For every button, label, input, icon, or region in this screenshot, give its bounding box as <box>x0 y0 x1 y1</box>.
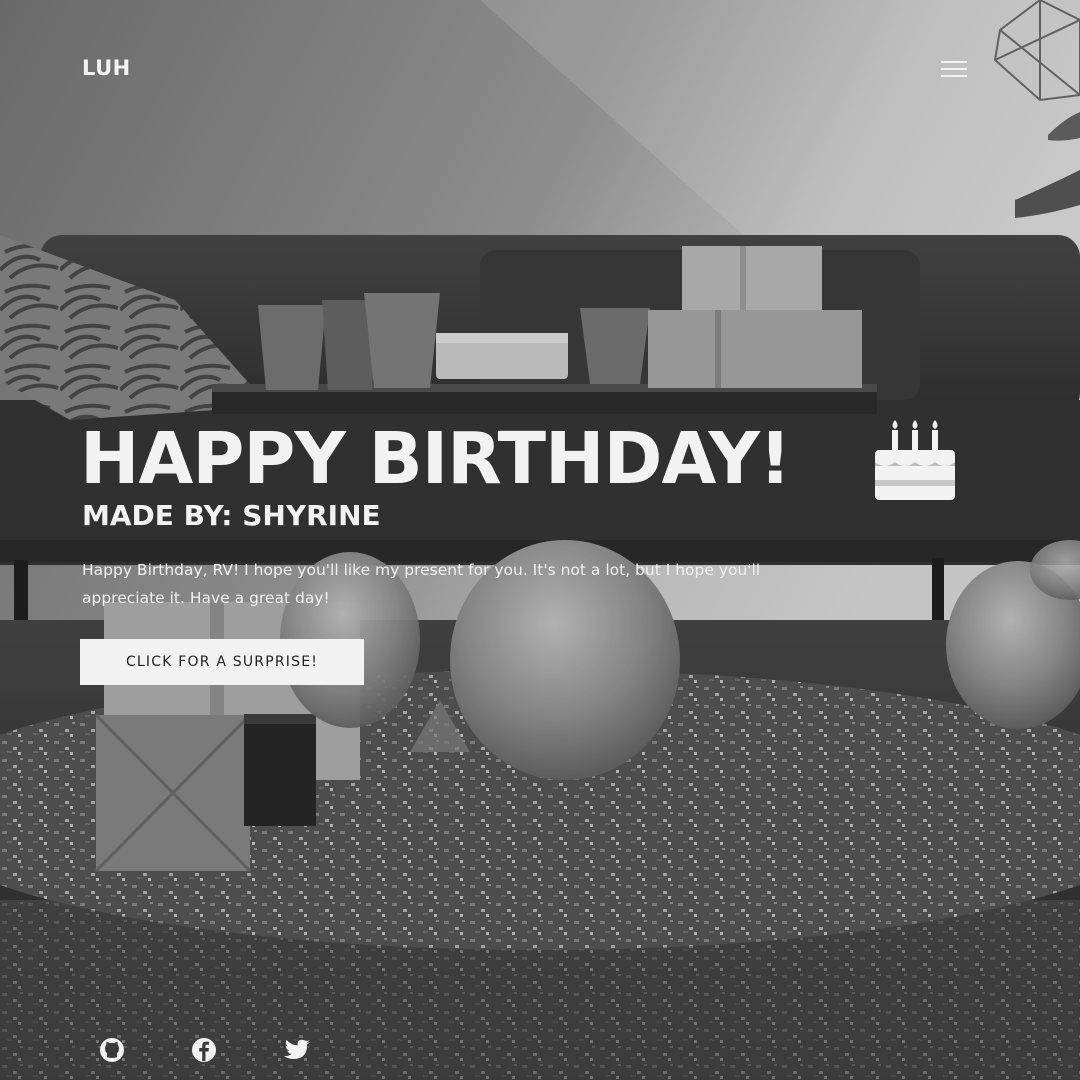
github-icon[interactable] <box>98 1036 126 1064</box>
facebook-icon[interactable] <box>190 1036 218 1064</box>
landing-page: LUH HAPPY BIRTHDAY! MADE BY: SHYRINE Hap… <box>0 0 1080 1080</box>
author-byline: MADE BY: SHYRINE <box>82 499 381 532</box>
surprise-button[interactable]: CLICK FOR A SURPRISE! <box>80 639 364 685</box>
birthday-message: Happy Birthday, RV! I hope you'll like m… <box>82 561 761 607</box>
hero-title: HAPPY BIRTHDAY! <box>80 417 791 500</box>
birthday-cake-icon <box>875 420 955 500</box>
hamburger-menu-icon[interactable] <box>936 54 972 84</box>
background-photo <box>0 0 1080 1080</box>
site-logo[interactable]: LUH <box>82 56 131 80</box>
twitter-icon[interactable] <box>282 1036 312 1064</box>
